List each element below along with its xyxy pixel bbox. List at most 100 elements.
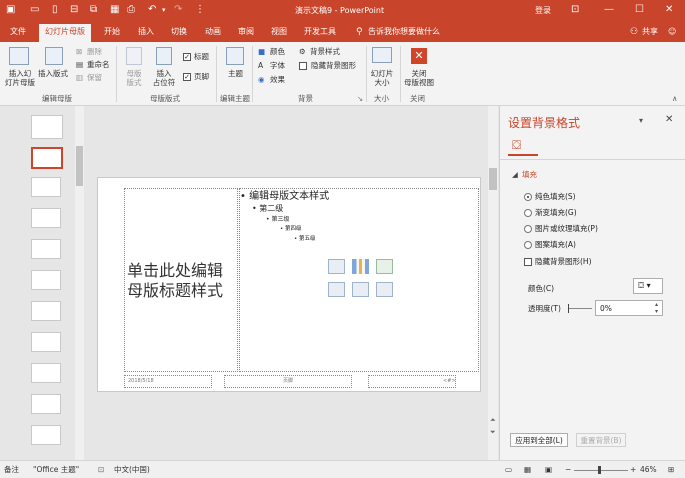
- gradient-fill-radio[interactable]: [524, 209, 532, 217]
- effects-button[interactable]: 效果: [270, 75, 285, 84]
- slide-sorter-icon[interactable]: ▦: [524, 465, 531, 474]
- present-icon[interactable]: ⊟: [70, 4, 78, 16]
- normal-view-icon[interactable]: ▭: [505, 465, 512, 474]
- hide-bg-graphics-pane-checkbox[interactable]: [524, 258, 532, 266]
- title-placeholder[interactable]: 单击此处编辑母版标题样式: [124, 188, 238, 372]
- reading-view-icon[interactable]: ▣: [545, 465, 552, 474]
- gradient-fill-label[interactable]: 渐变填充(G): [535, 208, 577, 217]
- fit-to-window-icon[interactable]: ⊞: [668, 465, 674, 474]
- ribbon-display-icon[interactable]: ⊡: [571, 4, 579, 16]
- colors-button[interactable]: 颜色: [270, 47, 285, 56]
- pane-close-icon[interactable]: ✕: [665, 114, 673, 125]
- slide-number-placeholder[interactable]: <#>: [368, 375, 456, 388]
- zoom-out-icon[interactable]: −: [565, 465, 571, 474]
- tab-animations[interactable]: 动画: [205, 26, 221, 38]
- fill-bucket-icon[interactable]: ⛋: [512, 138, 521, 153]
- copy-icon[interactable]: ⧉: [90, 4, 97, 16]
- insert-slide-master-button[interactable]: 插入幻 灯片母版: [4, 69, 36, 87]
- thumbnail-scrollbar-thumb[interactable]: [76, 146, 83, 186]
- solid-fill-label[interactable]: 纯色填充(S): [535, 192, 576, 201]
- slide-master-thumbnail[interactable]: [31, 115, 63, 139]
- redo-icon[interactable]: ↷: [174, 4, 182, 16]
- proofing-icon[interactable]: ⊡: [98, 465, 104, 474]
- content-placeholder[interactable]: • 编辑母版文本样式 • 第二级 • 第三级 • 第四级 • 第五级: [239, 188, 479, 372]
- undo-dropdown-icon[interactable]: ▾: [162, 4, 166, 16]
- pane-options-icon[interactable]: ▾: [639, 116, 643, 125]
- transparency-input[interactable]: 0% ▴ ▾: [595, 300, 663, 316]
- fonts-button[interactable]: 字体: [270, 61, 285, 70]
- tab-review[interactable]: 审阅: [238, 26, 254, 38]
- close-icon[interactable]: ✕: [665, 4, 673, 16]
- apply-to-all-button[interactable]: 应用到全部(L): [510, 433, 568, 447]
- transparency-slider-thumb[interactable]: [568, 304, 569, 313]
- online-pictures-icon[interactable]: [352, 282, 369, 297]
- master-layout-button[interactable]: 母版 版式: [122, 69, 146, 87]
- theme-button[interactable]: 主题: [228, 69, 243, 78]
- fill-section-header[interactable]: 填充: [522, 170, 537, 179]
- close-master-view-button[interactable]: 关闭 母版视图: [403, 69, 435, 87]
- layout-thumbnail[interactable]: [31, 363, 61, 383]
- insert-slide-master-icon[interactable]: [9, 47, 29, 65]
- insert-picture-icon[interactable]: [328, 282, 345, 297]
- background-styles-button[interactable]: 背景样式: [310, 47, 340, 56]
- slide-size-icon[interactable]: [372, 47, 392, 63]
- solid-fill-radio[interactable]: [524, 193, 532, 201]
- dialog-launcher-icon[interactable]: ↘: [357, 94, 363, 103]
- grid-icon[interactable]: ▦: [110, 4, 119, 16]
- print-icon[interactable]: ⎙: [127, 4, 135, 16]
- tab-transitions[interactable]: 切换: [171, 26, 187, 38]
- maximize-icon[interactable]: ☐: [635, 4, 644, 16]
- tab-developer[interactable]: 开发工具: [304, 26, 336, 38]
- notes-button[interactable]: 备注: [4, 465, 19, 474]
- insert-placeholder-button[interactable]: 插入 占位符: [149, 69, 179, 87]
- sign-in-link[interactable]: 登录: [535, 6, 551, 16]
- tab-view[interactable]: 视图: [271, 26, 287, 38]
- zoom-slider[interactable]: [574, 470, 628, 471]
- expand-arrow-icon[interactable]: ◢: [512, 170, 518, 179]
- next-slide-icon[interactable]: ⏷: [490, 428, 496, 437]
- layout-thumbnail[interactable]: [31, 177, 61, 197]
- layout-thumbnail[interactable]: [31, 239, 61, 259]
- undo-icon[interactable]: ↶: [148, 4, 156, 16]
- insert-smartart-icon[interactable]: [376, 259, 393, 274]
- tab-insert[interactable]: 插入: [138, 26, 154, 38]
- tab-file[interactable]: 文件: [10, 26, 26, 38]
- pattern-fill-label[interactable]: 图案填充(A): [535, 240, 576, 249]
- open-icon[interactable]: ▭: [30, 4, 39, 16]
- insert-layout-icon[interactable]: [45, 47, 63, 65]
- transparency-slider[interactable]: [568, 308, 592, 309]
- footer-placeholder[interactable]: 页脚: [224, 375, 352, 388]
- theme-icon[interactable]: [226, 47, 244, 65]
- preserve-button[interactable]: 保留: [87, 73, 102, 82]
- date-placeholder[interactable]: 2018/5/18: [124, 375, 212, 388]
- tab-slide-master[interactable]: 幻灯片母版: [39, 24, 91, 42]
- layout-thumbnail[interactable]: [31, 301, 61, 321]
- rename-button[interactable]: 重命名: [87, 60, 110, 69]
- insert-table-icon[interactable]: [328, 259, 345, 274]
- layout-thumbnail[interactable]: [31, 425, 61, 445]
- hide-bg-graphics-checkbox[interactable]: [299, 62, 307, 70]
- zoom-level[interactable]: 46%: [640, 465, 657, 474]
- picture-fill-radio[interactable]: [524, 225, 532, 233]
- language-indicator[interactable]: 中文(中国): [114, 465, 150, 474]
- picture-fill-label[interactable]: 图片或纹理填充(P): [535, 224, 598, 233]
- insert-placeholder-icon[interactable]: [156, 47, 172, 65]
- share-button[interactable]: 共享: [642, 26, 658, 38]
- layout-thumbnail[interactable]: [31, 208, 61, 228]
- collapse-ribbon-icon[interactable]: ∧: [672, 94, 678, 103]
- minimize-icon[interactable]: —: [604, 4, 614, 16]
- tab-home[interactable]: 开始: [104, 26, 120, 38]
- spin-down-icon[interactable]: ▾: [655, 308, 658, 315]
- zoom-slider-thumb[interactable]: [598, 466, 601, 474]
- customize-qat-icon[interactable]: ⋮: [195, 4, 205, 16]
- pattern-fill-radio[interactable]: [524, 241, 532, 249]
- zoom-in-icon[interactable]: +: [630, 465, 636, 474]
- color-picker-button[interactable]: ⛋ ▾: [633, 278, 663, 294]
- share-icon[interactable]: ⚇: [630, 26, 638, 38]
- slide-size-button[interactable]: 幻灯片 大小: [369, 69, 395, 87]
- title-checkbox[interactable]: ✓: [183, 53, 191, 61]
- smiley-icon[interactable]: ☺: [668, 26, 676, 38]
- layout-thumbnail[interactable]: [31, 394, 61, 414]
- canvas-scrollbar-thumb[interactable]: [489, 168, 497, 190]
- insert-chart-icon[interactable]: [352, 259, 369, 274]
